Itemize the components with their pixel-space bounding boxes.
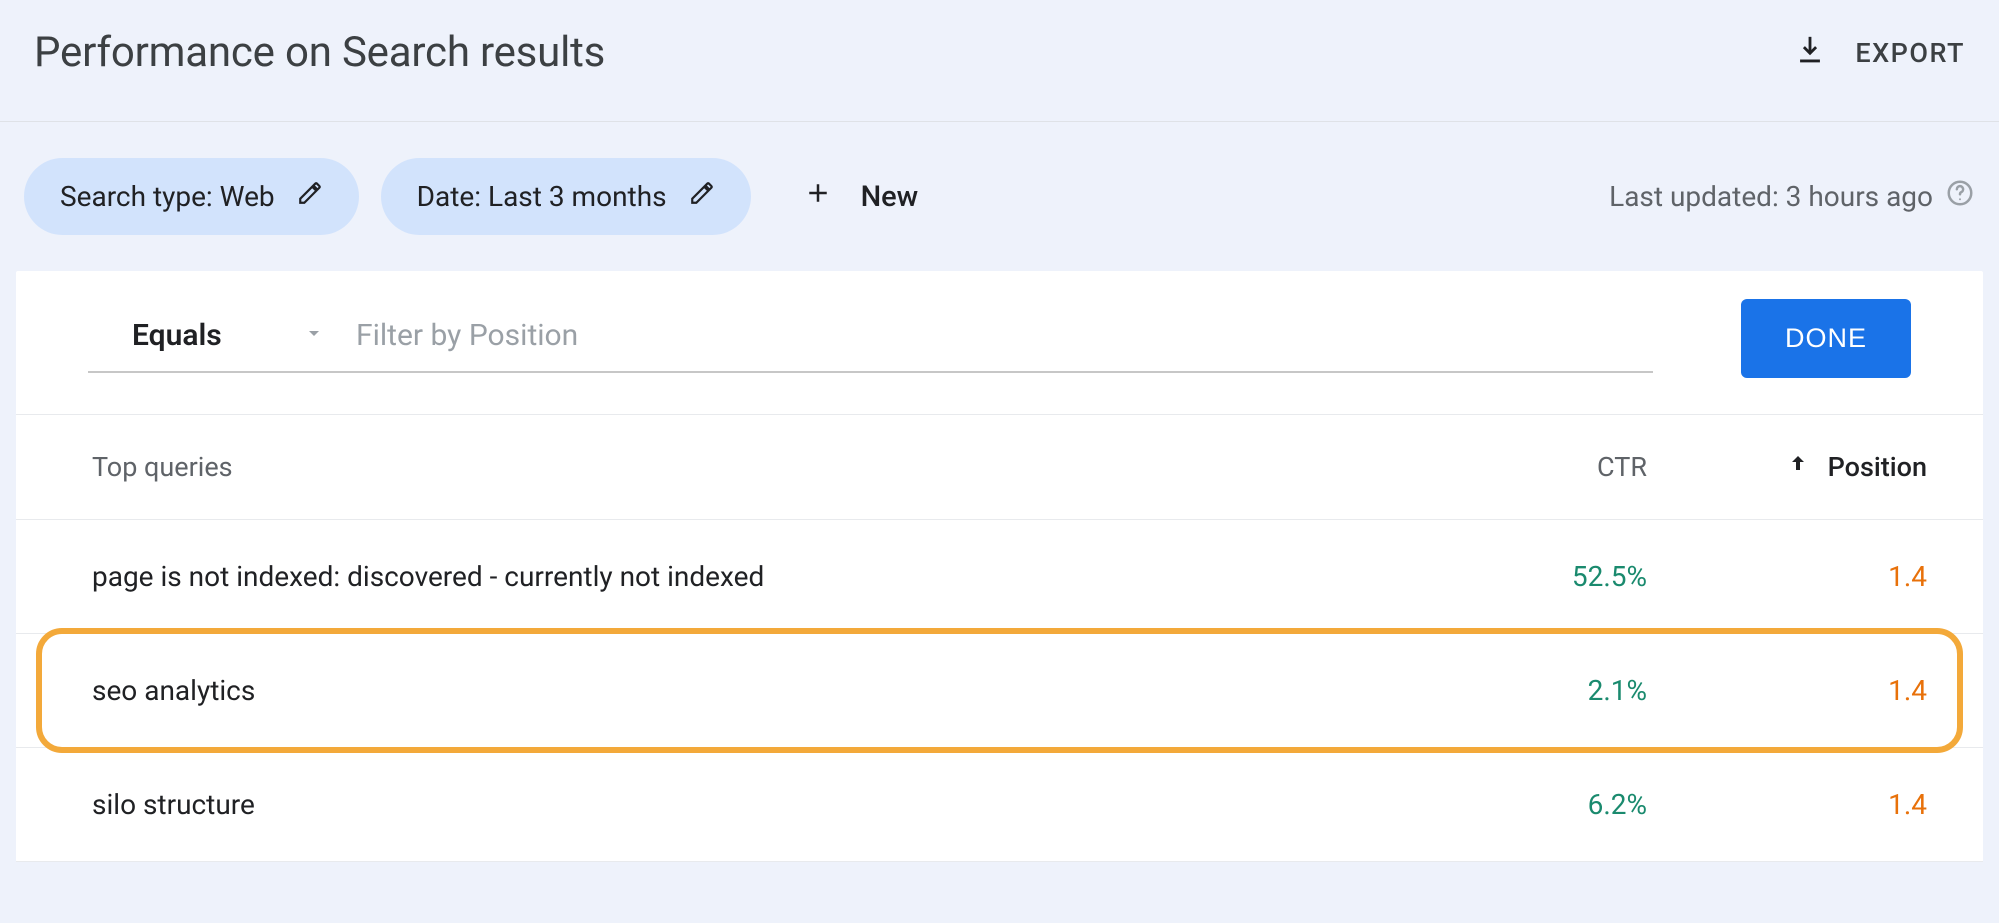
done-button[interactable]: DONE — [1741, 299, 1911, 378]
chip-date[interactable]: Date: Last 3 months — [381, 158, 751, 235]
card-controls: Equals Filter by Position DONE — [16, 271, 1983, 378]
table-row[interactable]: page is not indexed: discovered - curren… — [16, 520, 1983, 634]
page-title: Performance on Search results — [34, 28, 605, 77]
page-header: Performance on Search results EXPORT — [0, 0, 1999, 122]
position-cell: 1.4 — [1647, 560, 1927, 593]
col-header-position[interactable]: Position — [1647, 451, 1927, 483]
filter-chips: Search type: Web Date: Last 3 months New — [24, 158, 918, 235]
table-row[interactable]: silo structure6.2%1.4 — [16, 748, 1983, 862]
results-card: Equals Filter by Position DONE Top queri… — [16, 271, 1983, 862]
pencil-icon — [689, 180, 715, 213]
last-updated-text: Last updated: 3 hours ago — [1609, 180, 1933, 213]
chip-date-label: Date: Last 3 months — [417, 180, 667, 213]
table-row[interactable]: seo analytics2.1%1.4 — [16, 634, 1983, 748]
table-header: Top queries CTR Position — [16, 414, 1983, 520]
download-icon — [1793, 34, 1827, 72]
chip-search-type-label: Search type: Web — [60, 180, 275, 213]
add-filter-button[interactable]: New — [773, 178, 919, 216]
help-icon[interactable] — [1945, 178, 1975, 215]
chip-search-type[interactable]: Search type: Web — [24, 158, 359, 235]
query-cell: silo structure — [92, 788, 1427, 821]
caret-down-icon — [302, 318, 334, 353]
query-cell: seo analytics — [92, 674, 1427, 707]
query-cell: page is not indexed: discovered - curren… — [92, 560, 1427, 593]
arrow-up-icon — [1786, 451, 1810, 483]
comparator-label: Equals — [132, 318, 222, 353]
comparator-selector[interactable]: Equals — [88, 304, 334, 373]
ctr-cell: 2.1% — [1427, 674, 1647, 707]
table-body: page is not indexed: discovered - curren… — [16, 520, 1983, 862]
filter-bar: Search type: Web Date: Last 3 months New… — [0, 122, 1999, 271]
col-header-ctr[interactable]: CTR — [1427, 451, 1647, 483]
pencil-icon — [297, 180, 323, 213]
position-cell: 1.4 — [1647, 674, 1927, 707]
export-button[interactable]: EXPORT — [1793, 34, 1965, 72]
plus-icon — [803, 178, 833, 216]
new-filter-label: New — [861, 180, 919, 214]
last-updated: Last updated: 3 hours ago — [1609, 178, 1975, 215]
col-header-position-label: Position — [1828, 451, 1927, 483]
position-filter-input[interactable]: Filter by Position — [334, 304, 1653, 373]
col-header-queries[interactable]: Top queries — [92, 451, 1427, 483]
position-cell: 1.4 — [1647, 788, 1927, 821]
export-label: EXPORT — [1855, 37, 1965, 69]
ctr-cell: 52.5% — [1427, 560, 1647, 593]
ctr-cell: 6.2% — [1427, 788, 1647, 821]
